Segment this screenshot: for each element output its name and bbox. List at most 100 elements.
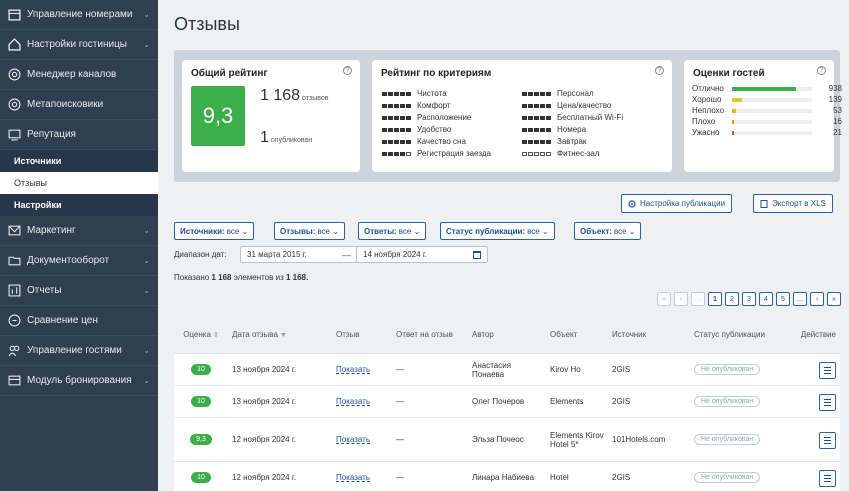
rating-dot — [400, 115, 405, 120]
show-review-link[interactable]: Показать — [336, 397, 370, 406]
page-button[interactable]: 5 — [776, 292, 790, 306]
show-review-link[interactable]: Показать — [336, 435, 370, 444]
rating-dot — [406, 115, 411, 120]
col-answer: Ответ на отзыв — [396, 330, 453, 339]
rating-dot — [528, 139, 533, 144]
help-icon[interactable]: ? — [343, 66, 352, 75]
page-button[interactable]: 3 — [742, 292, 756, 306]
page-button[interactable]: › — [810, 292, 824, 306]
rating-dot — [534, 115, 539, 120]
chevron-down-icon: ⌄ — [143, 376, 150, 385]
nav-price-compare[interactable]: Сравнение цен — [0, 306, 158, 336]
menu-line — [824, 480, 831, 482]
nav-label: Маркетинг — [27, 225, 76, 236]
calendar-icon[interactable] — [473, 250, 481, 259]
date-from-input[interactable]: 31 марта 2015 г. — [240, 246, 372, 263]
col-score[interactable]: Оценка ⇕ — [174, 330, 228, 339]
date-range-separator: — — [342, 250, 351, 260]
row-menu-button[interactable] — [819, 469, 836, 487]
rating-dot — [528, 151, 533, 156]
page-button[interactable]: … — [793, 292, 807, 306]
rating-dot — [534, 91, 539, 96]
page-button[interactable]: 2 — [725, 292, 739, 306]
rating-dot — [406, 91, 411, 96]
guest-rating-fill — [732, 109, 736, 113]
criteria-item: Цена/качество — [522, 100, 611, 111]
page-button[interactable]: 1 — [708, 292, 722, 306]
nav-hotel-settings[interactable]: Настройки гостиницы ⌄ — [0, 30, 158, 60]
publish-settings-button[interactable]: Настройка публикации — [621, 194, 733, 213]
shown-prefix: Показано — [174, 273, 210, 282]
nav-label: Метапоисковики — [27, 99, 104, 110]
show-review-link[interactable]: Показать — [336, 473, 370, 482]
rating-dot — [534, 103, 539, 108]
nav-channel-manager[interactable]: Менеджер каналов — [0, 60, 158, 90]
date-to-input[interactable]: 14 ноября 2024 г. — [356, 246, 488, 263]
calendar-icon — [8, 9, 21, 21]
filter-answers[interactable]: Ответы: все ⌄ — [358, 222, 427, 240]
row-menu-button[interactable] — [819, 393, 836, 411]
rating-dot — [406, 103, 411, 108]
page-button[interactable]: 4 — [759, 292, 773, 306]
published-count-label: опубликован — [270, 137, 313, 144]
guest-rating-fill — [732, 120, 734, 124]
filter-sources[interactable]: Источники: все ⌄ — [174, 222, 255, 240]
nav-reputation[interactable]: Репутация — [0, 120, 158, 150]
sub-item-sources[interactable]: Источники — [0, 150, 158, 172]
rating-dot — [534, 139, 539, 144]
help-icon[interactable]: ? — [655, 66, 664, 75]
file-icon — [760, 199, 768, 208]
rating-dot — [382, 91, 387, 96]
nav-marketing[interactable]: Маркетинг ⌄ — [0, 216, 158, 246]
row-menu-button[interactable] — [819, 361, 836, 379]
gear-icon — [628, 199, 636, 208]
criteria-label: Регистрация заезда — [417, 149, 491, 158]
guest-rating-label: Неплохо — [692, 106, 725, 115]
nav-room-management[interactable]: Управление номерами ⌄ — [0, 0, 158, 30]
guest-rating-value: 139 — [828, 95, 842, 104]
author-cell: Эльза Почеос — [472, 435, 524, 444]
sub-item-settings[interactable]: Настройки — [0, 194, 158, 216]
rating-dot — [388, 151, 393, 156]
criteria-item: Качество сна — [382, 136, 466, 147]
author-cell: Олег Почеров — [472, 397, 525, 406]
filter-publication-status[interactable]: Статус публикации: все ⌄ — [440, 222, 555, 240]
nav-documents[interactable]: Документооборот ⌄ — [0, 246, 158, 276]
help-icon[interactable]: ? — [817, 66, 826, 75]
rating-dot — [394, 103, 399, 108]
criteria-label: Бесплатный Wi-Fi — [557, 113, 624, 122]
status-badge: Не опубликован — [694, 472, 761, 483]
filter-object[interactable]: Объект: все ⌄ — [574, 222, 642, 240]
rating-dot — [546, 151, 551, 156]
nav-guests[interactable]: Управление гостями ⌄ — [0, 336, 158, 366]
show-review-link[interactable]: Показать — [336, 365, 370, 374]
rating-dot — [388, 139, 393, 144]
filter-reviews-label: Отзывы: — [280, 226, 316, 236]
published-count: 1 опубликован — [260, 129, 312, 147]
reviews-table: Оценка ⇕ Дата отзыва ▼ Отзыв Ответ на отзы… — [174, 316, 840, 491]
page-button[interactable]: » — [827, 292, 841, 306]
channels-icon — [8, 68, 21, 81]
rating-dots — [522, 127, 552, 132]
object-cell: Elements Kirov Hotel 5* — [550, 430, 604, 449]
score-cell: 10 — [174, 472, 228, 483]
col-date[interactable]: Дата отзыва ▼ — [228, 330, 332, 339]
sub-item-reviews[interactable]: Отзывы — [0, 172, 158, 194]
rating-dots — [382, 151, 412, 156]
menu-line — [824, 436, 831, 438]
export-xls-button[interactable]: Экспорт в XLS — [753, 194, 833, 213]
nav-reports[interactable]: Отчеты ⌄ — [0, 276, 158, 306]
menu-line — [824, 372, 831, 374]
page-button: ‹ — [674, 292, 688, 306]
row-menu-button[interactable] — [819, 431, 836, 449]
nav-booking[interactable]: Модуль бронирования ⌄ — [0, 366, 158, 396]
table-row: 10 12 ноября 2024 г. Показать — Линара Набие… — [174, 462, 840, 491]
rating-dots — [382, 139, 412, 144]
nav-label: Управление гостями — [27, 345, 122, 356]
filter-reviews[interactable]: Отзывы: все ⌄ — [274, 222, 345, 240]
rating-dot — [522, 139, 527, 144]
review-cell: Показать — [332, 435, 392, 444]
nav-metasearch[interactable]: Метапоисковики — [0, 90, 158, 120]
rating-dots — [522, 91, 552, 96]
rating-dot — [540, 91, 545, 96]
